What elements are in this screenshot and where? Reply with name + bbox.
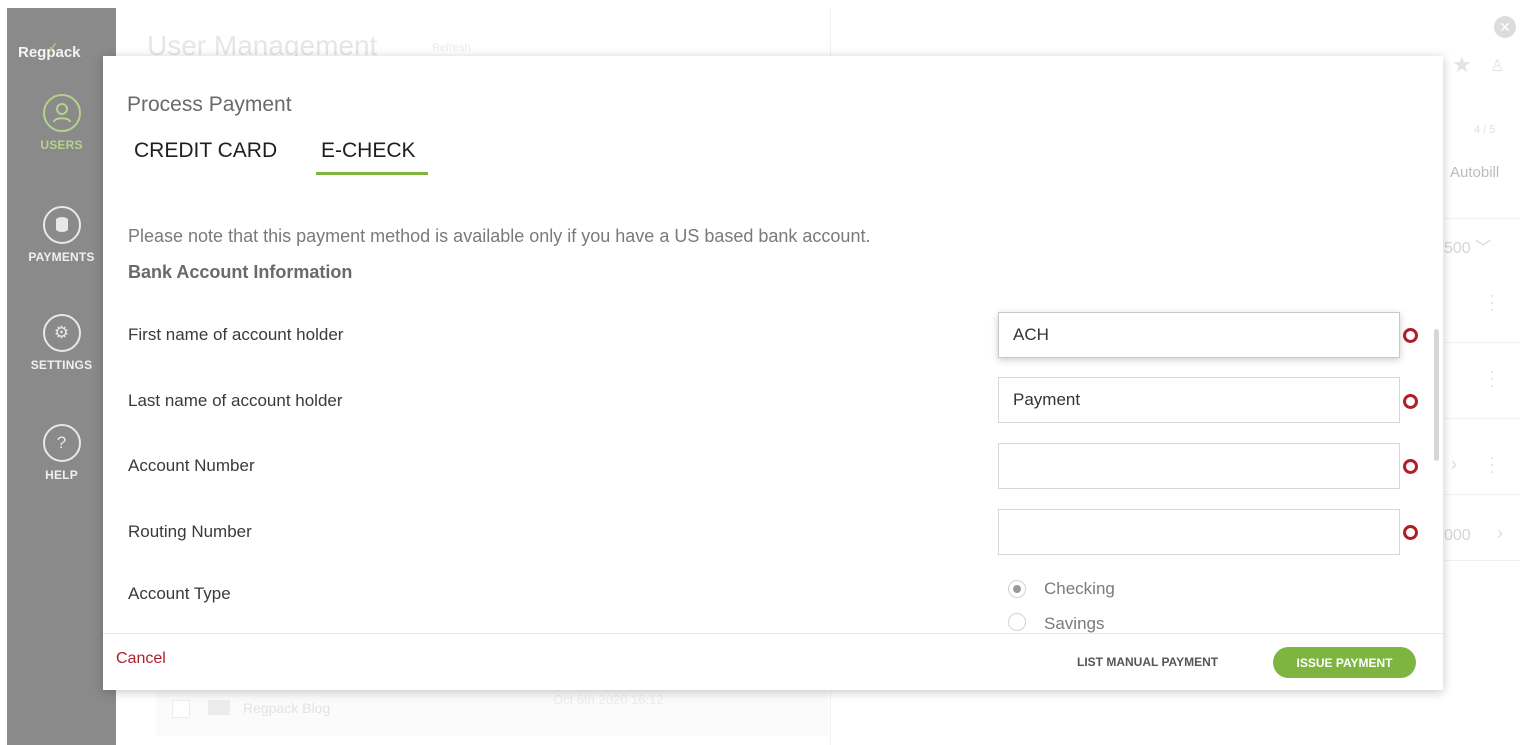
savings-label[interactable]: Savings bbox=[1044, 614, 1104, 634]
more-vertical-icon[interactable]: · · · bbox=[1489, 286, 1495, 318]
list-divider bbox=[1444, 342, 1520, 343]
sidebar-item-help[interactable]: ? HELP bbox=[7, 424, 116, 482]
sidebar-item-label: PAYMENTS bbox=[28, 250, 95, 264]
required-icon bbox=[1403, 459, 1418, 474]
first-name-input[interactable] bbox=[998, 312, 1400, 358]
last-name-label: Last name of account holder bbox=[128, 391, 343, 410]
issue-payment-button[interactable]: ISSUE PAYMENT bbox=[1273, 647, 1416, 678]
required-icon bbox=[1403, 328, 1418, 343]
sidebar-item-label: HELP bbox=[45, 468, 78, 482]
list-divider bbox=[1444, 218, 1520, 219]
row-checkbox[interactable] bbox=[172, 700, 190, 718]
autobill-label: Autobill bbox=[1450, 164, 1500, 181]
sidebar-item-label: USERS bbox=[40, 138, 83, 152]
help-icon: ? bbox=[42, 424, 81, 462]
list-divider bbox=[1444, 560, 1520, 561]
amount-value: 500 ﹀ bbox=[1444, 234, 1491, 258]
savings-radio[interactable] bbox=[1008, 613, 1026, 631]
gear-icon: ⚙ bbox=[42, 314, 81, 352]
folder-icon bbox=[208, 700, 230, 715]
tab-credit-card[interactable]: CREDIT CARD bbox=[134, 139, 277, 163]
close-icon[interactable]: ✕ bbox=[1494, 16, 1516, 38]
list-divider bbox=[1444, 494, 1520, 495]
checking-radio[interactable] bbox=[1008, 580, 1026, 598]
sidebar-item-users[interactable]: USERS bbox=[7, 94, 116, 152]
amount-text: 000 bbox=[1444, 527, 1471, 544]
list-divider bbox=[1444, 418, 1520, 419]
row-date: Oct 6th 2020 16:12 bbox=[553, 692, 664, 707]
process-payment-modal: Process Payment CREDIT CARD E-CHECK Plea… bbox=[103, 56, 1443, 690]
row-name: Regpack Blog bbox=[243, 700, 331, 716]
more-vertical-icon[interactable]: · · · bbox=[1489, 362, 1495, 394]
sidebar-item-label: SETTINGS bbox=[30, 358, 93, 372]
tab-e-check[interactable]: E-CHECK bbox=[321, 139, 416, 163]
section-title: Bank Account Information bbox=[128, 262, 353, 282]
sidebar: Regpack ✓ USERS PAYMENTS ⚙ SETTINGS ? HEL… bbox=[7, 8, 116, 745]
sidebar-item-settings[interactable]: ⚙ SETTINGS bbox=[7, 314, 116, 372]
checking-label[interactable]: Checking bbox=[1044, 579, 1115, 599]
refresh-link[interactable]: Refresh bbox=[432, 42, 471, 54]
routing-number-input[interactable] bbox=[998, 509, 1400, 555]
chevron-down-icon[interactable]: ﹀ bbox=[1475, 240, 1491, 257]
chevron-right-icon[interactable]: › bbox=[1451, 454, 1457, 475]
first-name-label: First name of account holder bbox=[128, 325, 344, 344]
us-bank-note: Please note that this payment method is … bbox=[128, 226, 871, 246]
required-icon bbox=[1403, 394, 1418, 409]
modal-scrollbar[interactable] bbox=[1434, 329, 1439, 461]
sidebar-item-payments[interactable]: PAYMENTS bbox=[7, 206, 116, 264]
more-vertical-icon[interactable]: · · · bbox=[1489, 448, 1495, 480]
list-manual-payment-button[interactable]: LIST MANUAL PAYMENT bbox=[1077, 655, 1218, 669]
person-icon[interactable]: ♙ bbox=[1490, 56, 1504, 76]
required-icon bbox=[1403, 525, 1418, 540]
cancel-link[interactable]: Cancel bbox=[116, 650, 166, 668]
account-type-label: Account Type bbox=[128, 584, 231, 603]
radio-selected-dot bbox=[1013, 585, 1021, 593]
last-name-input[interactable] bbox=[998, 377, 1400, 423]
modal-footer: Cancel LIST MANUAL PAYMENT ISSUE PAYMENT bbox=[103, 633, 1443, 690]
coins-icon bbox=[42, 206, 81, 244]
amount-text: 500 bbox=[1444, 240, 1471, 257]
chevron-right-icon[interactable]: › bbox=[1497, 523, 1503, 544]
regpack-logo[interactable]: Regpack ✓ bbox=[18, 40, 81, 61]
modal-title: Process Payment bbox=[127, 93, 292, 116]
amount-value: 000 bbox=[1444, 527, 1471, 545]
user-icon bbox=[42, 94, 81, 132]
routing-number-label: Routing Number bbox=[128, 522, 252, 541]
logo-check-icon: ✓ bbox=[48, 40, 59, 54]
star-icon[interactable]: ★ bbox=[1452, 52, 1472, 78]
active-tab-indicator bbox=[316, 172, 428, 175]
account-number-label: Account Number bbox=[128, 456, 255, 475]
account-number-input[interactable] bbox=[998, 443, 1400, 489]
pager-count: 4 / 5 bbox=[1474, 124, 1496, 136]
